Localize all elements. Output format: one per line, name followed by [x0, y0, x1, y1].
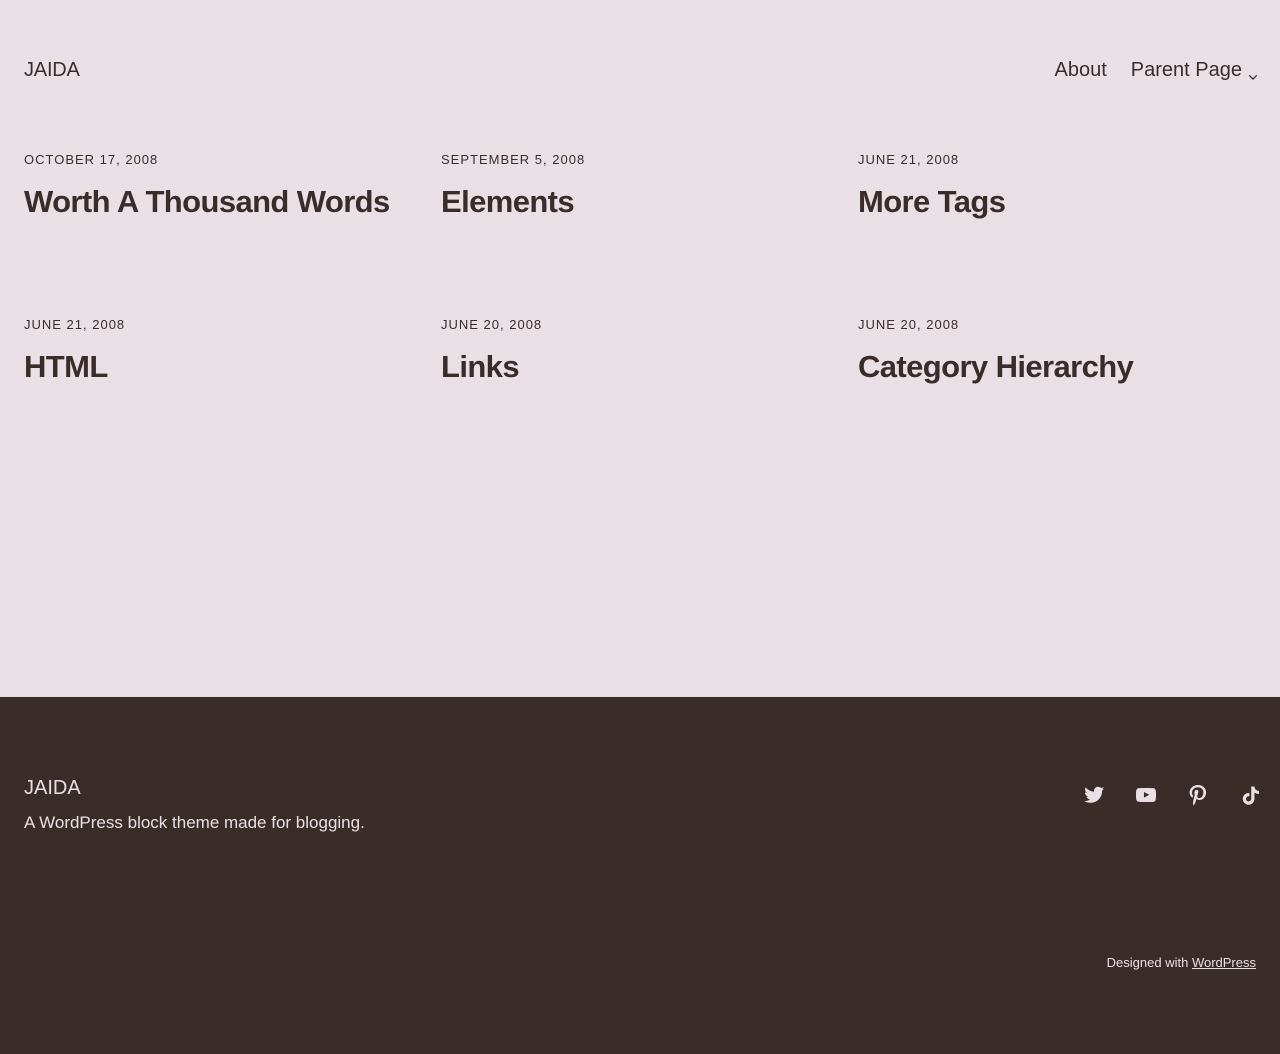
post-grid: October 17, 2008 Worth A Thousand Words … [24, 152, 1256, 482]
nav-item-parent-page-label: Parent Page [1130, 58, 1242, 81]
post-title-link[interactable]: HTML [24, 349, 108, 385]
pinterest-icon[interactable] [1186, 783, 1210, 807]
post-card: October 17, 2008 Worth A Thousand Words [24, 152, 441, 317]
post-title-link[interactable]: More Tags [858, 184, 1006, 220]
site-title-link[interactable]: JAIDA [24, 59, 80, 82]
tiktok-icon[interactable] [1238, 783, 1262, 807]
footer-site-title-link[interactable]: JAIDA [24, 777, 81, 800]
footer-credit: Designed with WordPress [1107, 955, 1256, 970]
site-header: JAIDA About Parent Page [24, 56, 1258, 84]
twitter-icon[interactable] [1082, 783, 1106, 807]
post-card: June 21, 2008 More Tags [858, 152, 1256, 317]
credit-prefix: Designed with [1106, 955, 1189, 970]
post-date: October 17, 2008 [24, 152, 159, 167]
post-date: September 5, 2008 [441, 152, 586, 167]
post-date: June 20, 2008 [441, 317, 543, 332]
primary-nav: About Parent Page [1055, 58, 1258, 82]
youtube-icon[interactable] [1134, 783, 1158, 807]
main-area: JAIDA About Parent Page October 17, 2008… [0, 0, 1280, 697]
nav-item-parent-page[interactable]: Parent Page [1130, 58, 1258, 82]
post-card: June 20, 2008 Category Hierarchy [858, 317, 1256, 482]
post-title-link[interactable]: Worth A Thousand Words [24, 184, 390, 220]
wordpress-link[interactable]: WordPress [1192, 955, 1256, 970]
post-date: June 21, 2008 [24, 317, 126, 332]
post-card: June 21, 2008 HTML [24, 317, 441, 482]
post-date: June 20, 2008 [858, 317, 960, 332]
post-card: September 5, 2008 Elements [441, 152, 858, 317]
footer-tagline: A WordPress block theme made for bloggin… [24, 813, 365, 832]
site-footer: JAIDA A WordPress block theme made for b… [0, 697, 1280, 1054]
post-title-link[interactable]: Links [441, 349, 520, 385]
post-title-link[interactable]: Elements [441, 184, 575, 220]
social-links [1082, 783, 1262, 807]
post-date: June 21, 2008 [858, 152, 960, 167]
post-card: June 20, 2008 Links [441, 317, 858, 482]
chevron-down-icon[interactable] [1248, 65, 1258, 80]
nav-item-about[interactable]: About [1055, 59, 1107, 82]
post-title-link[interactable]: Category Hierarchy [858, 349, 1134, 385]
